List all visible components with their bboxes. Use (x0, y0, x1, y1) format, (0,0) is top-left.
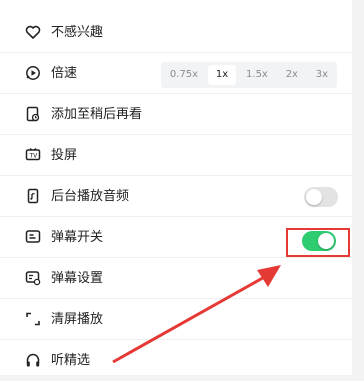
menu-item-cast[interactable]: TV 投屏 (0, 135, 352, 176)
svg-text:TV: TV (29, 153, 39, 160)
menu-item-label: 倍速 (51, 66, 78, 81)
danmaku-settings-icon (25, 270, 41, 286)
menu-item-clear-screen[interactable]: 清屏播放 (0, 299, 352, 340)
more-options-panel: 不感兴趣 倍速 0.75x 1x 1.5x 2x 3x 添加至稍后再看 TV 投… (0, 0, 352, 375)
watch-later-icon (25, 106, 41, 122)
menu-item-label: 清屏播放 (51, 312, 104, 327)
danmaku-icon (25, 229, 41, 245)
speed-option-1.5x[interactable]: 1.5x (238, 65, 276, 85)
menu-item-label: 弹幕开关 (51, 230, 104, 245)
annotation-highlight-box (286, 228, 350, 257)
clear-screen-icon (25, 311, 41, 327)
menu-item-speed: 倍速 0.75x 1x 1.5x 2x 3x (0, 53, 352, 94)
menu-item-label: 不感兴趣 (51, 25, 104, 40)
playback-speed-icon (25, 65, 41, 81)
menu-item-label: 弹幕设置 (51, 271, 104, 286)
speed-selector: 0.75x 1x 1.5x 2x 3x (161, 62, 337, 88)
headphones-icon (25, 352, 41, 368)
menu-item-watch-later[interactable]: 添加至稍后再看 (0, 94, 352, 135)
toggle-knob (306, 189, 322, 205)
menu-item-not-interested[interactable]: 不感兴趣 (0, 12, 352, 53)
speed-option-0.75x[interactable]: 0.75x (162, 65, 206, 85)
background-audio-toggle[interactable] (304, 187, 338, 207)
phone-audio-icon (25, 188, 41, 204)
menu-item-danmaku-settings[interactable]: 弹幕设置 (0, 258, 352, 299)
speed-option-2x[interactable]: 2x (278, 65, 306, 85)
menu-item-background-audio: 后台播放音频 (0, 176, 352, 217)
tv-cast-icon: TV (25, 147, 41, 163)
heart-icon (25, 24, 41, 40)
menu-item-label: 添加至稍后再看 (51, 107, 143, 122)
speed-option-3x[interactable]: 3x (308, 65, 336, 85)
speed-option-1x[interactable]: 1x (207, 65, 237, 85)
menu-item-label: 投屏 (51, 148, 78, 163)
menu-item-listen[interactable]: 听精选 (0, 340, 352, 375)
menu-item-label: 后台播放音频 (51, 189, 130, 204)
